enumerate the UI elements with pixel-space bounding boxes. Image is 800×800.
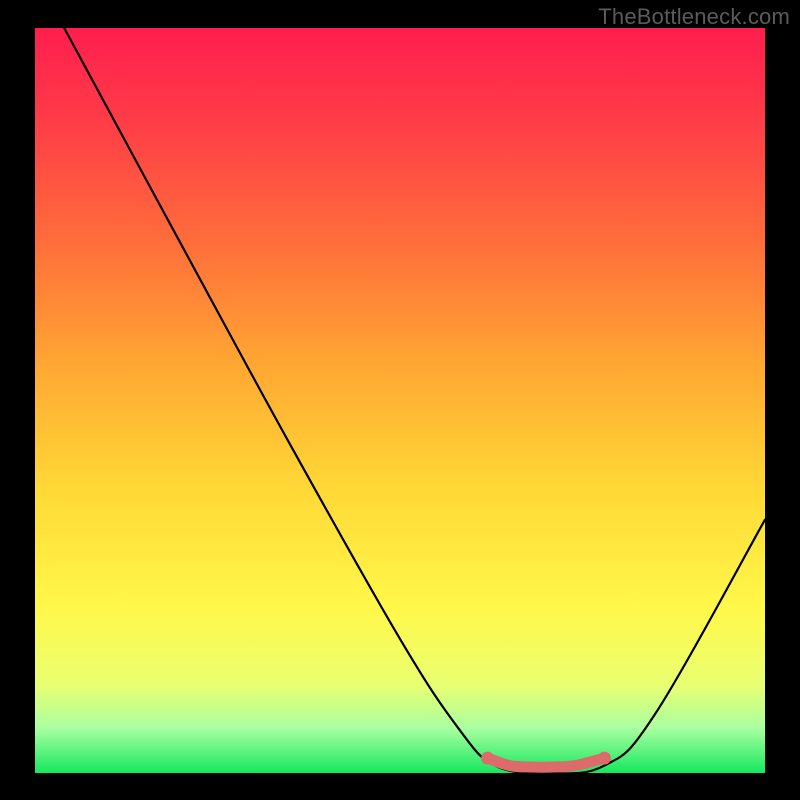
chart-svg bbox=[35, 28, 765, 773]
chart-frame: TheBottleneck.com bbox=[0, 0, 800, 800]
plot-area bbox=[35, 28, 765, 773]
optimal-band-dot-left bbox=[481, 752, 494, 765]
optimal-band bbox=[488, 758, 605, 767]
watermark-text: TheBottleneck.com bbox=[598, 4, 790, 30]
bottleneck-curve bbox=[64, 28, 765, 773]
optimal-band-dot-right bbox=[598, 752, 611, 765]
